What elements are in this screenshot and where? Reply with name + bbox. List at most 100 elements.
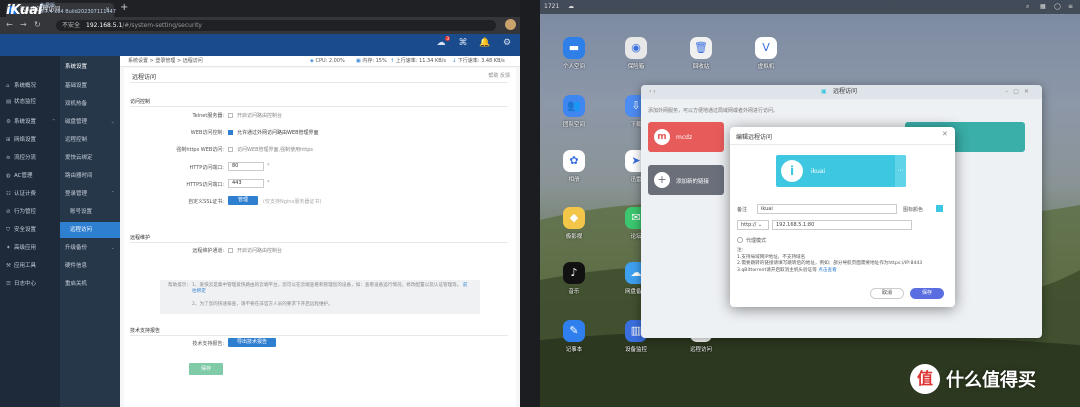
subnav-item-ha[interactable]: 双机热备 (60, 96, 120, 112)
user-icon[interactable]: ◯ (1054, 0, 1061, 14)
sidebar-item-monitor[interactable]: ▤ 状态监控 (0, 94, 60, 110)
network-icon[interactable]: ⌘ (452, 38, 474, 48)
telnet-text: 开启访问路由控制台 (237, 113, 283, 119)
sidebar-item-system[interactable]: ⚙ 系统设置 ⌃ (0, 114, 60, 130)
window-controls[interactable]: –▢✕ (1005, 85, 1034, 99)
view-link[interactable]: 点击查看 (818, 268, 836, 273)
bell-icon[interactable]: 🔔 (474, 38, 496, 48)
web-access-label: WEB访问控制: (190, 130, 224, 136)
subnav-item-cloud-bind[interactable]: 爱快云绑定 (60, 150, 120, 166)
mem-value: 内存: 15% (362, 58, 387, 64)
url-input[interactable]: 不安全 192.168.5.1/#/system-setting/security (56, 20, 496, 31)
note-input[interactable]: ikuai (757, 204, 897, 214)
desktop-icon-12[interactable]: ✎ (563, 320, 585, 342)
save-button[interactable]: 保存 (189, 363, 223, 375)
desktop-icon-label: 远程访问 (689, 347, 712, 353)
nav-arrows-icon[interactable]: ‹ › (649, 85, 656, 99)
desktop-icon-0[interactable]: ▬ (563, 37, 585, 59)
window-title: 远程访问 (833, 88, 858, 95)
cloud-icon[interactable]: ☁ (568, 0, 574, 14)
ssl-label: 自定义SSL证书: (188, 199, 224, 205)
add-link-tile[interactable]: + 添加新的链接 (648, 165, 724, 195)
http-port-input[interactable]: 80 (228, 162, 264, 171)
close-icon[interactable]: ✕ (942, 130, 948, 138)
subnav-item-remote-access[interactable]: 远程访问 (60, 222, 120, 238)
divider (130, 82, 508, 83)
sidebar-item-label: 状态监控 (14, 99, 37, 105)
sidebar-item-auth[interactable]: ☷ 认证计费 (0, 186, 60, 202)
window-titlebar[interactable]: ‹ › ▣ 远程访问 –▢✕ (641, 85, 1042, 99)
desktop-icon-1[interactable]: ◉ (625, 37, 647, 59)
telnet-checkbox[interactable] (228, 113, 233, 118)
subnav-item-upgrade[interactable]: 升级备份 ⌄ (60, 240, 120, 256)
sidebar-item-network[interactable]: ⊞ 网络设置 (0, 132, 60, 148)
sidebar-item-overview[interactable]: ⌂ 系统概况 (0, 78, 60, 94)
cancel-button[interactable]: 取消 (870, 288, 904, 299)
desktop-icon-4[interactable]: 👥 (563, 95, 585, 117)
divider (130, 106, 508, 107)
gear-icon[interactable]: ⚙ (496, 38, 518, 48)
back-icon[interactable]: ← (6, 20, 13, 29)
subnav-item-remote-control[interactable]: 远程控制 (60, 132, 120, 148)
https-checkbox[interactable] (228, 147, 233, 152)
dialog-save-button[interactable]: 保存 (910, 288, 944, 299)
chevron-down-icon: ⌄ (110, 245, 115, 251)
chevron-up-icon: ⌃ (51, 119, 56, 125)
desktop-icon-10[interactable]: ♪ (563, 262, 585, 284)
menu-icon[interactable]: ≡ (1068, 0, 1073, 14)
export-report-button[interactable]: 导出技术报告 (228, 338, 276, 347)
help-line-1: 1、爱快云是集中管理爱快路由的云端平台，您可以在云端查看和管理您的设备，如：查看… (192, 283, 472, 295)
help-feedback-links[interactable]: 帮助 反馈 (488, 72, 510, 79)
down-value: 下行速率: 3.48 KB/s (457, 58, 505, 64)
download-icon: ↓ (452, 58, 457, 64)
subnav-item-basic[interactable]: 基础设置 (60, 78, 120, 94)
search-icon[interactable]: ⌕ (1026, 0, 1029, 14)
forward-icon[interactable]: → (20, 20, 27, 29)
subnav-item-router-time[interactable]: 路由器时间 (60, 168, 120, 184)
desktop-icon-2[interactable]: 🗑 (690, 37, 712, 59)
app-icon: ▣ (821, 88, 827, 95)
down-stat: ↓ 下行速率: 3.48 KB/s (452, 56, 505, 66)
subnav-item-account[interactable]: 账号设置 (60, 204, 120, 220)
desktop-icon-8[interactable]: ◆ (563, 207, 585, 229)
grid-icon[interactable]: ▦ (1040, 0, 1046, 14)
sidebar-item-security[interactable]: ⛉ 安全设置 (0, 222, 60, 238)
cloud-icon[interactable]: ☁ 3 (430, 36, 452, 48)
remote-text: 开启访问路由控制台 (237, 248, 283, 254)
sidebar-item-behavior[interactable]: ⊘ 行为管控 (0, 204, 60, 220)
desktop-icon-3[interactable]: V (755, 37, 777, 59)
https-port-input[interactable]: 443 (228, 179, 264, 188)
ssl-manage-button[interactable]: 管理 (228, 196, 258, 205)
protocol-select[interactable]: http:// ⌄ (737, 220, 769, 230)
subnav-item-hardware[interactable]: 硬件信息 (60, 258, 120, 274)
profile-avatar[interactable] (505, 19, 516, 30)
proxy-label: 代理模式 (746, 238, 767, 244)
version-label: 3.7.4 x64 Build202307111447 (40, 9, 116, 15)
sidebar-item-logs[interactable]: ☰ 日志中心 (0, 276, 60, 292)
sidebar-item-flow[interactable]: ≋ 流控分流 (0, 150, 60, 166)
sidebar-item-advanced[interactable]: ✦ 高级应用 (0, 240, 60, 256)
sidebar-item-label: 流控分流 (14, 155, 37, 161)
sidebar-item-ac[interactable]: ◍ AC管理 (0, 168, 60, 184)
color-swatch[interactable] (936, 205, 943, 212)
ellipsis-icon[interactable]: ⋯ (895, 155, 906, 187)
address-input[interactable]: 192.168.5.1:80 (772, 220, 912, 230)
add-link-label: 添加新的链接 (676, 179, 710, 185)
status-bar: 系统设置 > 登录管理 > 远程访问 ◈ CPU: 2.00% ▣ 内存: 15… (120, 56, 520, 67)
sidebar-item-tools[interactable]: ⚒ 应用工具 (0, 258, 60, 274)
behavior-icon: ⊘ (6, 209, 11, 215)
url-path: /#/system-setting/security (122, 22, 202, 29)
note-line-3: 3.qBittorrent请开启取消主机头验证等 点击查看 (737, 268, 949, 275)
subnav-item-login-mgmt[interactable]: 登录管理 ⌃ (60, 186, 120, 202)
remote-checkbox[interactable] (228, 248, 233, 253)
reload-icon[interactable]: ↻ (34, 20, 41, 29)
link-tile-mcdz[interactable]: m mcdz (648, 122, 724, 152)
sidebar-item-label: 应用工具 (14, 263, 37, 269)
new-tab-icon[interactable]: + (120, 2, 128, 13)
subnav-item-disk[interactable]: 磁盘管理 ⌄ (60, 114, 120, 130)
subnav-item-reboot[interactable]: 重启关机 (60, 276, 120, 292)
icon-color-label: 图标颜色 (903, 207, 924, 213)
web-access-checkbox[interactable] (228, 130, 233, 135)
proxy-radio[interactable] (737, 237, 743, 243)
desktop-icon-6[interactable]: ✿ (563, 150, 585, 172)
